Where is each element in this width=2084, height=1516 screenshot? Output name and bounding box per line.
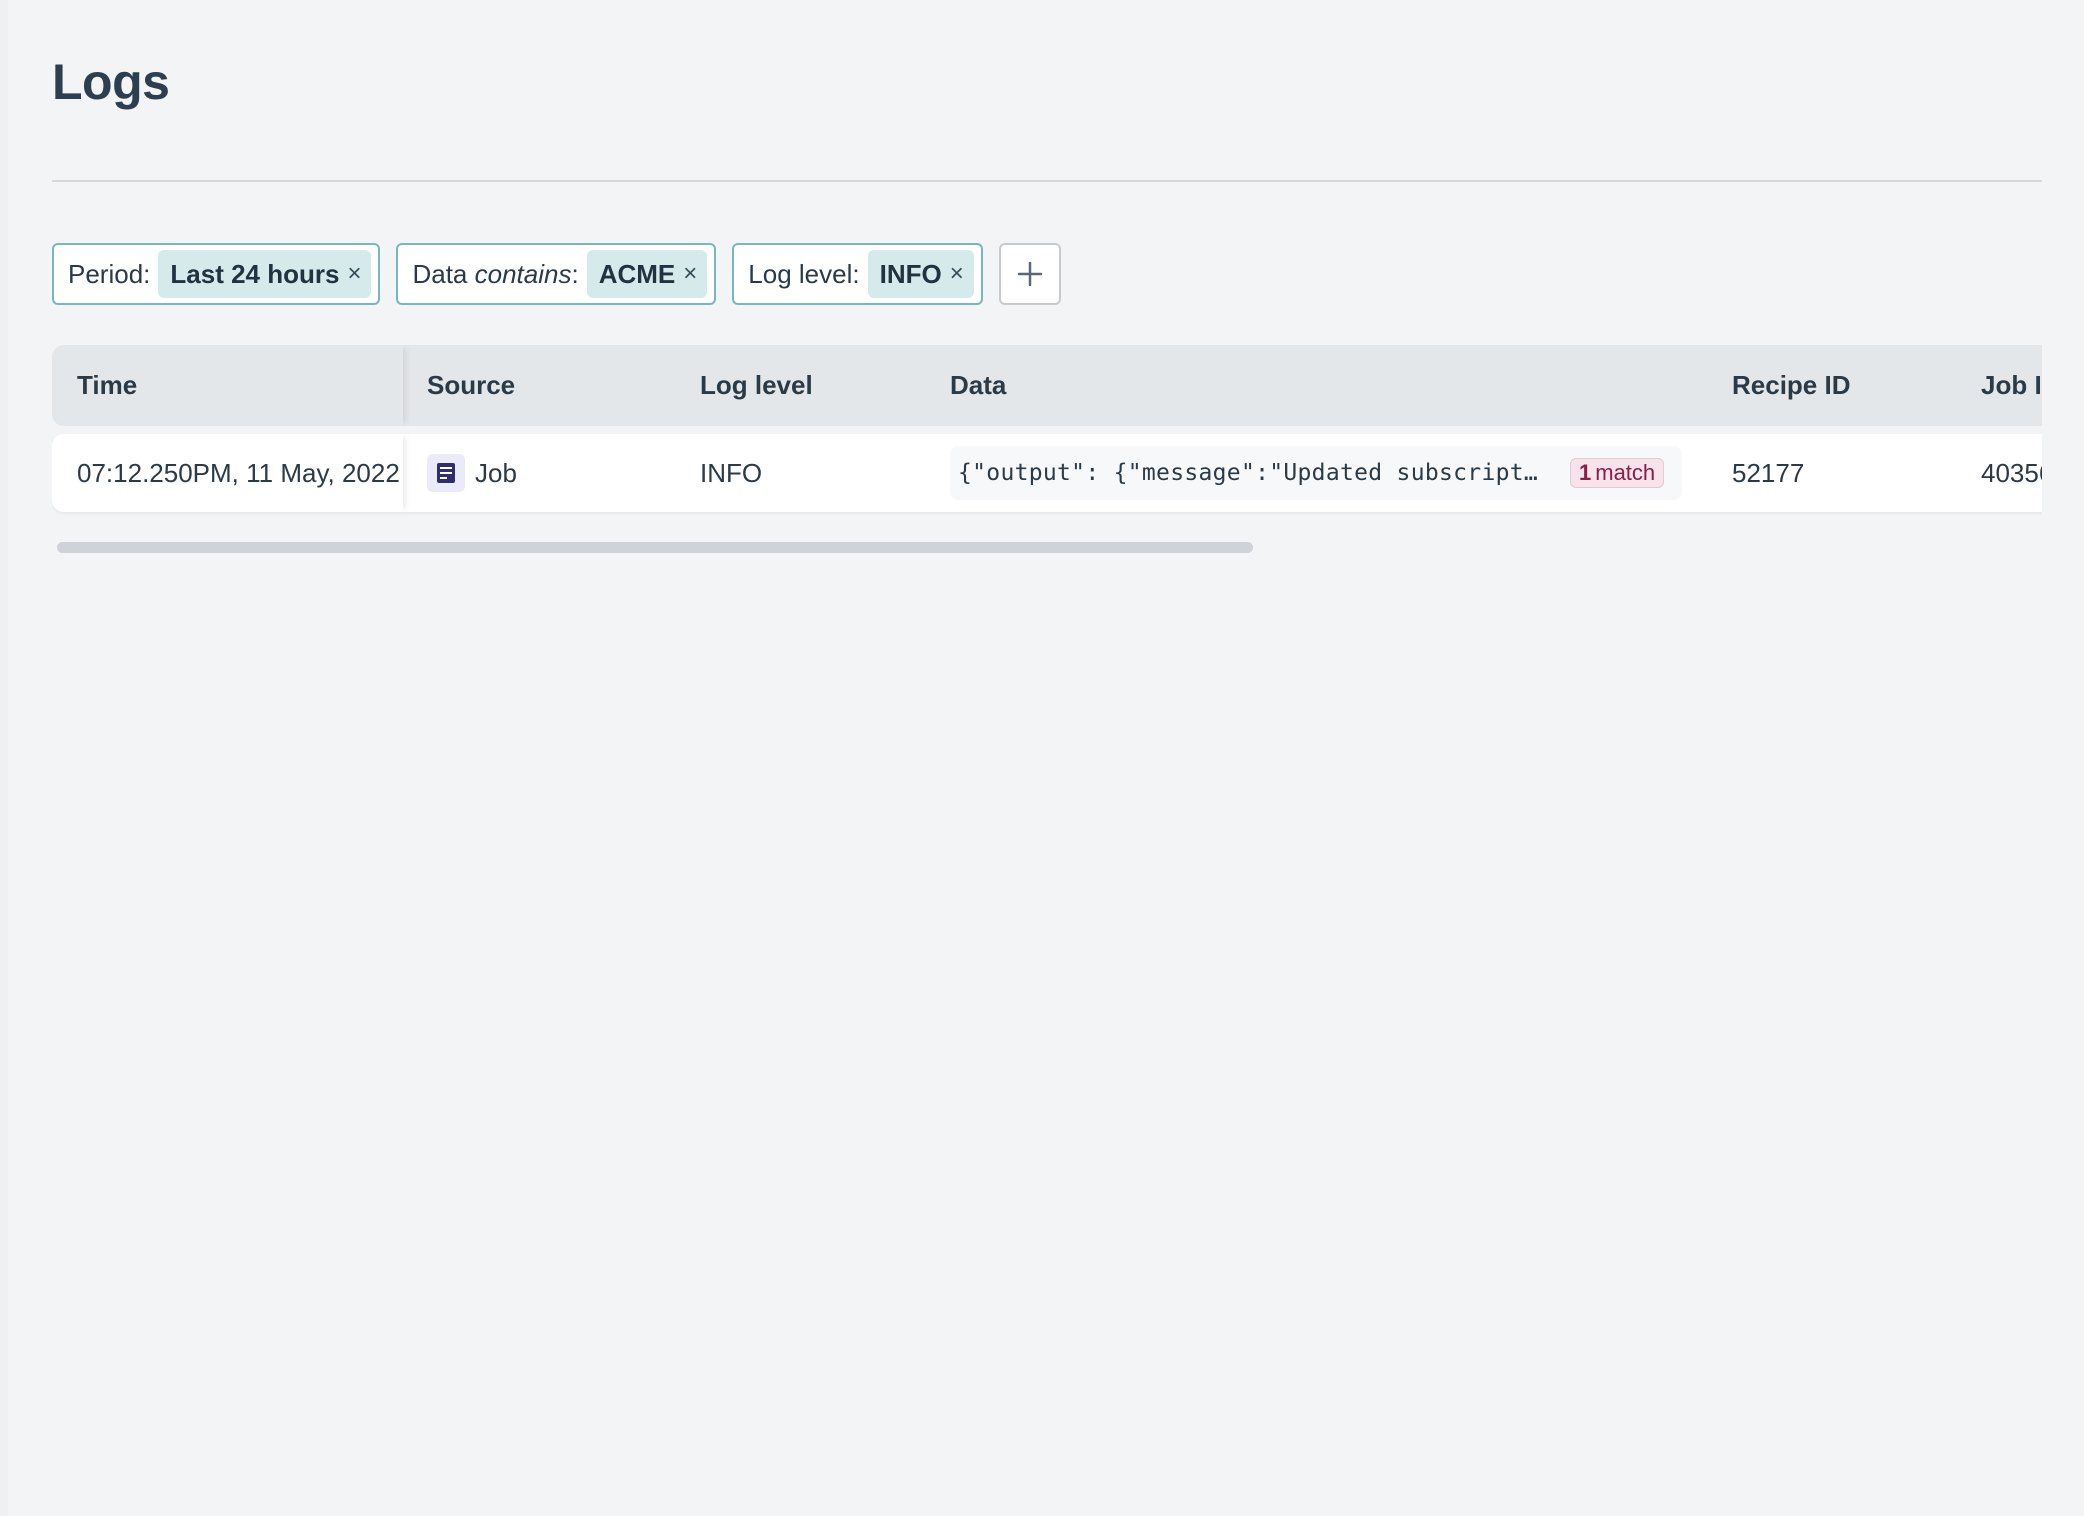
- add-filter-button[interactable]: [998, 243, 1061, 305]
- filter-chip-data-contains[interactable]: Data contains: ACME ×: [396, 243, 717, 305]
- filter-value[interactable]: INFO ×: [867, 250, 974, 298]
- filter-label-operator: contains: [474, 258, 572, 289]
- filter-label: Data contains:: [412, 259, 578, 290]
- column-header-data[interactable]: Data: [950, 345, 1006, 426]
- filter-label: Period:: [68, 258, 151, 289]
- title-divider: [52, 180, 2042, 182]
- page-left-edge: [0, 0, 8, 1516]
- filter-label: Log level:: [748, 258, 860, 289]
- data-json-text: {"output": {"message":"Updated subscript…: [958, 460, 1548, 486]
- logs-table: Time Source Log level Data Recipe ID Job…: [52, 345, 2042, 515]
- sticky-time-cell: 07:12.250PM, 11 May, 2022: [52, 434, 403, 512]
- remove-filter-icon[interactable]: ×: [347, 260, 361, 288]
- filter-value-text: INFO: [879, 258, 942, 289]
- filter-value[interactable]: Last 24 hours ×: [158, 250, 372, 298]
- plus-icon: [1017, 261, 1042, 287]
- filter-chip-log-level[interactable]: Log level: INFO ×: [732, 243, 983, 305]
- source-label: Job: [475, 457, 517, 488]
- table-row[interactable]: 07:12.250PM, 11 May, 2022 Job INFO {"out…: [52, 434, 2042, 512]
- remove-filter-icon[interactable]: ×: [950, 260, 964, 288]
- column-header-log-level[interactable]: Log level: [700, 345, 813, 426]
- data-preview[interactable]: {"output": {"message":"Updated subscript…: [950, 446, 1682, 500]
- filter-value[interactable]: ACME ×: [586, 250, 708, 298]
- filter-value-text: Last 24 hours: [170, 258, 340, 289]
- match-label: match: [1595, 460, 1656, 485]
- cell-job-id: 40356: [1981, 457, 2042, 488]
- column-header-time[interactable]: Time: [77, 345, 137, 426]
- document-icon: [427, 454, 465, 492]
- filter-value-text: ACME: [598, 258, 676, 289]
- match-count: 1: [1579, 460, 1592, 485]
- filter-label-field: Data: [412, 258, 475, 289]
- filter-label-colon: :: [571, 258, 579, 289]
- cell-recipe-id: 52177: [1732, 457, 1805, 488]
- column-header-job-id[interactable]: Job ID: [1981, 345, 2042, 426]
- cell-source: Job: [427, 434, 517, 512]
- filter-chip-period[interactable]: Period: Last 24 hours ×: [52, 243, 381, 305]
- cell-data: {"output": {"message":"Updated subscript…: [950, 434, 1682, 512]
- cell-time: 07:12.250PM, 11 May, 2022: [77, 457, 400, 488]
- column-header-source[interactable]: Source: [427, 345, 515, 426]
- remove-filter-icon[interactable]: ×: [683, 260, 697, 288]
- column-header-recipe-id[interactable]: Recipe ID: [1732, 345, 1851, 426]
- cell-log-level: INFO: [700, 457, 763, 488]
- match-badge[interactable]: 1 match: [1570, 458, 1665, 488]
- filter-bar: Period: Last 24 hours × Data contains: A…: [52, 243, 1061, 305]
- sticky-time-column-header: Time: [52, 345, 403, 426]
- horizontal-scrollbar[interactable]: [57, 542, 1253, 553]
- page-title: Logs: [52, 54, 170, 110]
- table-header: Time Source Log level Data Recipe ID Job…: [52, 345, 2042, 426]
